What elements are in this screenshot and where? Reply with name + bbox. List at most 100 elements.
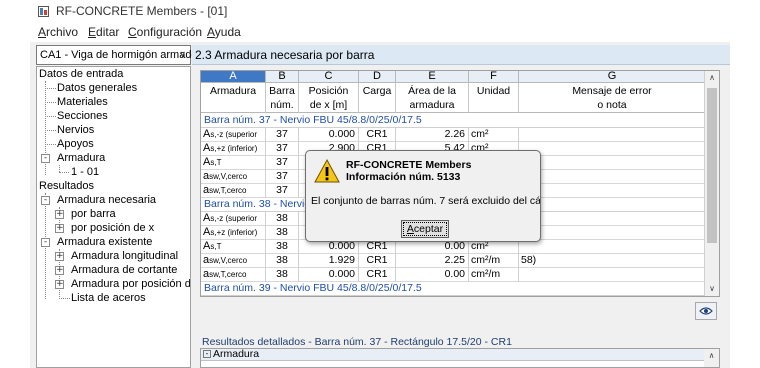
table-cell: 37 (266, 184, 299, 198)
table-cell: 2.26 (396, 128, 469, 142)
menu-archivo[interactable]: Archivo (38, 25, 78, 39)
reinforcement-label: As,T (201, 156, 266, 170)
group-row: Barra núm. 37 - Nervio FBU 45/8.8/0/25/0… (201, 114, 706, 128)
table-cell: cm²/m (469, 268, 519, 282)
collapse-icon[interactable]: - (41, 238, 50, 247)
reinforcement-label: As,-z (superior (201, 212, 266, 226)
navigator-tree: Datos de entrada Datos generales Materia… (36, 66, 191, 368)
expand-icon[interactable]: + (55, 210, 64, 219)
tree-item-armadura-por-posicion[interactable]: Armadura por posición de x (71, 278, 190, 291)
collapse-icon[interactable]: - (41, 154, 50, 163)
view-button[interactable] (695, 302, 717, 320)
expand-icon[interactable]: + (55, 266, 64, 275)
table-cell: 37 (266, 128, 299, 142)
tree-item-armadura-cortante[interactable]: Armadura de cortante (71, 264, 177, 277)
table-cell (519, 212, 706, 226)
menu-editar[interactable]: Editar (88, 25, 119, 39)
column-header: Mensaje de error o nota (519, 83, 706, 113)
table-cell: 38 (266, 212, 299, 226)
menu-configuracion[interactable]: Configuración (128, 25, 202, 39)
tree-item-lista-aceros[interactable]: Lista de aceros (71, 292, 146, 305)
window-title: RF-CONCRETE Members - [01] (56, 4, 228, 18)
detail-results-title: Resultados detallados - Barra núm. 37 - … (202, 336, 512, 348)
info-dialog: RF-CONCRETE Members Información núm. 513… (305, 150, 541, 242)
dialog-message: El conjunto de barras núm. 7 será exclui… (311, 195, 541, 207)
tree-item-apoyos[interactable]: Apoyos (57, 138, 94, 151)
column-header: Área de la armadura (396, 83, 469, 113)
scroll-up-icon[interactable]: ∧ (705, 71, 719, 85)
dialog-subtitle: Información núm. 5133 (346, 171, 461, 183)
column-letter[interactable]: F (469, 71, 519, 83)
tree-item-datos-generales[interactable]: Datos generales (57, 82, 137, 95)
column-letter[interactable]: C (299, 71, 359, 83)
table-cell (519, 240, 706, 254)
collapse-icon[interactable]: - (41, 196, 50, 205)
column-letter[interactable]: E (396, 71, 469, 83)
table-row[interactable]: As,-z (superior 37 0.000 CR1 2.26 cm² (201, 128, 706, 142)
app-logo-icon (38, 6, 49, 17)
table-cell: 58) (519, 254, 706, 268)
scroll-down-icon[interactable]: ∨ (705, 282, 719, 296)
menu-ayuda[interactable]: Ayuda (207, 25, 241, 39)
table-cell: 0.000 (299, 128, 359, 142)
table-cell: 0.000 (299, 240, 359, 254)
column-letter[interactable]: G (519, 71, 706, 83)
table-cell: 38 (266, 254, 299, 268)
accept-button[interactable]: Aceptar (401, 220, 449, 238)
table-cell: CR1 (359, 128, 396, 142)
table-row[interactable]: asw,T,cerco 38 0.000 CR1 0.00 cm²/m (201, 268, 706, 282)
scroll-up-icon[interactable]: ∧ (704, 349, 719, 367)
table-cell: 38 (266, 226, 299, 240)
app-window: RF-CONCRETE Members - [01] Archivo Edita… (30, 0, 730, 368)
expand-icon[interactable]: + (55, 224, 64, 233)
column-header: Unidad (469, 83, 519, 113)
table-cell (519, 226, 706, 240)
load-case-value: CA1 - Viga de hormigón armado (40, 49, 198, 61)
collapse-icon[interactable]: - (203, 350, 211, 359)
table-cell: CR1 (359, 254, 396, 268)
column-letter[interactable]: A (201, 71, 266, 83)
tree-item-secciones[interactable]: Secciones (57, 110, 108, 123)
column-header: Posición de x [m] (299, 83, 359, 113)
tree-item-armadura-existente[interactable]: Armadura existente (57, 236, 152, 249)
warning-icon (314, 158, 340, 183)
table-cell: 0.00 (396, 240, 469, 254)
table-cell: cm² (469, 128, 519, 142)
detail-results-panel: - Armadura ∧ (200, 348, 720, 368)
column-header: Armadura (201, 83, 266, 113)
table-cell (519, 184, 706, 198)
reinforcement-label: asw,V,cerco (201, 170, 266, 184)
detail-section-armadura[interactable]: - Armadura (201, 349, 706, 361)
table-row[interactable]: asw,V,cerco 38 1.929 CR1 2.25 cm²/m 58) (201, 254, 706, 268)
tree-item-por-posicion[interactable]: por posición de x (71, 222, 154, 235)
tree-item-datos-entrada[interactable]: Datos de entrada (39, 68, 123, 81)
tree-item-resultados[interactable]: Resultados (39, 180, 94, 193)
scroll-thumb[interactable] (707, 88, 717, 243)
tree-item-armadura-necesaria[interactable]: Armadura necesaria (57, 194, 156, 207)
table-cell: 38 (266, 268, 299, 282)
title-bar: RF-CONCRETE Members - [01] (30, 0, 730, 22)
load-case-select[interactable]: CA1 - Viga de hormigón armado ∨ (36, 45, 198, 65)
table-cell: CR1 (359, 268, 396, 282)
tree-item-armadura-1[interactable]: 1 - 01 (71, 166, 99, 179)
expand-icon[interactable]: + (55, 280, 64, 289)
panel-header: 2.3 Armadura necesaria por barra (192, 45, 730, 65)
tree-item-materiales[interactable]: Materiales (57, 96, 108, 109)
column-letter[interactable]: B (266, 71, 299, 83)
table-cell: 38 (266, 240, 299, 254)
group-row: Barra núm. 39 - Nervio FBU 45/8.8/0/25/0… (201, 282, 706, 296)
tree-item-armadura-longitudinal[interactable]: Armadura longitudinal (71, 250, 178, 263)
column-letter[interactable]: D (359, 71, 396, 83)
table-cell: 1.929 (299, 254, 359, 268)
table-cell (519, 128, 706, 142)
table-row[interactable]: As,T 38 0.000 CR1 0.00 cm² (201, 240, 706, 254)
menu-bar: Archivo Editar Configuración Ayuda (30, 22, 730, 42)
table-scrollbar[interactable]: ∧ ∨ (704, 71, 719, 296)
reinforcement-label: asw,T,cerco (201, 184, 266, 198)
chevron-down-icon: ∨ (179, 49, 186, 59)
tree-item-armadura[interactable]: Armadura (57, 152, 105, 165)
tree-item-por-barra[interactable]: por barra (71, 208, 116, 221)
tree-item-nervios[interactable]: Nervios (57, 124, 94, 137)
expand-icon[interactable]: + (55, 252, 64, 261)
reinforcement-label: As,T (201, 240, 266, 254)
